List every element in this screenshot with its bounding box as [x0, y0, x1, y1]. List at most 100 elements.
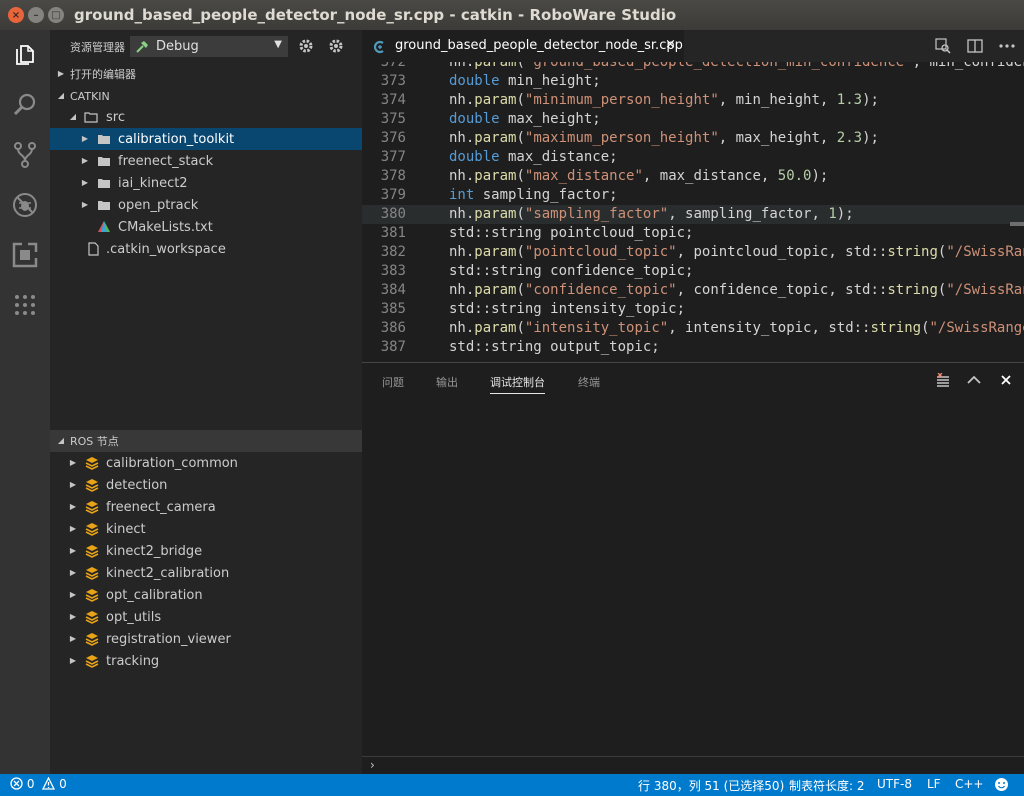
code-line[interactable]: 380 nh.param("sampling_factor", sampling_…	[362, 205, 1024, 224]
code-token: param	[474, 62, 517, 70]
ros-package-icon	[85, 522, 99, 536]
clear-console-icon[interactable]	[935, 372, 951, 388]
tree-item-label: src	[106, 109, 125, 125]
more-actions-icon[interactable]	[998, 37, 1016, 55]
code-line[interactable]: 379 int sampling_factor;	[362, 186, 1024, 205]
tab-active-file[interactable]: ground_based_people_detector_node_sr.cpp…	[362, 30, 684, 62]
code-token: "maximum_person_height"	[524, 130, 719, 146]
ros-node-item[interactable]: ▶ freenect_camera	[50, 496, 362, 518]
open-changes-icon[interactable]	[934, 37, 952, 55]
code-line[interactable]: 375 double max_height;	[362, 110, 1024, 129]
open-editors-label: 打开的编辑器	[70, 68, 136, 81]
tree-item-cmakelists[interactable]: CMakeLists.txt	[50, 216, 362, 238]
code-token: nh.	[449, 130, 475, 146]
source-control-icon[interactable]	[0, 130, 50, 180]
code-token: , min_confidence	[912, 62, 1024, 70]
open-editors-section[interactable]: ▶ 打开的编辑器	[50, 63, 362, 85]
code-line[interactable]: 377 double max_distance;	[362, 148, 1024, 167]
ros-nodes-label: ROS 节点	[70, 435, 119, 448]
ros-node-item[interactable]: ▶ detection	[50, 474, 362, 496]
debug-icon[interactable]	[0, 180, 50, 230]
code-line[interactable]: 382 nh.param("pointcloud_topic", pointclo…	[362, 243, 1024, 262]
close-icon[interactable]: ×	[665, 37, 676, 52]
ros-node-item[interactable]: ▶ kinect2_bridge	[50, 540, 362, 562]
code-token: min_height;	[499, 73, 601, 89]
code-line[interactable]: 386 nh.param("intensity_topic", intensity…	[362, 319, 1024, 338]
errors-indicator[interactable]: 0 0	[10, 776, 67, 793]
code-line[interactable]: 373 double min_height;	[362, 72, 1024, 91]
tab-output[interactable]: 输出	[436, 374, 458, 390]
workspace-section[interactable]: ◢ CATKIN	[50, 85, 362, 107]
cursor-position[interactable]: 行 380，列 51 (已选择50)	[638, 777, 784, 794]
code-token: nh.	[449, 168, 475, 184]
tree-item-src[interactable]: ◢ src	[50, 106, 362, 128]
maximize-panel-icon[interactable]	[966, 372, 982, 388]
chevron-down-icon: ◢	[69, 112, 77, 121]
split-editor-icon[interactable]	[966, 37, 984, 55]
ros-node-item[interactable]: ▶ calibration_common	[50, 452, 362, 474]
tab-problems[interactable]: 问题	[382, 374, 404, 390]
window-maximize-button[interactable]: □	[48, 7, 64, 23]
chevron-right-icon: ▶	[69, 634, 77, 643]
tree-item-label: iai_kinect2	[118, 175, 188, 191]
encoding[interactable]: UTF-8	[877, 777, 912, 791]
language-mode[interactable]: C++	[955, 777, 984, 791]
code-token: );	[811, 168, 829, 184]
workspace-label: CATKIN	[70, 89, 110, 103]
end-of-line[interactable]: LF	[927, 777, 941, 791]
code-line[interactable]: 383 std::string confidence_topic;	[362, 262, 1024, 281]
ros-nodes-section[interactable]: ◢ ROS 节点	[50, 430, 362, 452]
close-panel-icon[interactable]	[998, 372, 1014, 388]
tab-debug-console[interactable]: 调试控制台	[490, 374, 545, 394]
tree-item-catkin-workspace[interactable]: .catkin_workspace	[50, 238, 362, 260]
more-icon[interactable]	[0, 280, 50, 330]
gear-icon[interactable]	[298, 38, 314, 58]
search-icon[interactable]	[0, 80, 50, 130]
code-line[interactable]: 372 nh.param("ground_based_people_detecti…	[362, 62, 1024, 72]
chevron-right-icon: ▶	[69, 458, 77, 467]
code-token: std::string intensity_topic;	[449, 301, 686, 317]
ros-node-item[interactable]: ▶ registration_viewer	[50, 628, 362, 650]
editor-scrollbar-thumb[interactable]	[1010, 222, 1024, 226]
tree-item-open-ptrack[interactable]: ▶ open_ptrack	[50, 194, 362, 216]
code-line[interactable]: 376 nh.param("maximum_person_height", max…	[362, 129, 1024, 148]
ros-node-item[interactable]: ▶ kinect2_calibration	[50, 562, 362, 584]
code-line[interactable]: 384 nh.param("confidence_topic", confiden…	[362, 281, 1024, 300]
code-line[interactable]: 381 std::string pointcloud_topic;	[362, 224, 1024, 243]
code-line[interactable]: 385 std::string intensity_topic;	[362, 300, 1024, 319]
code-text: nh.param("confidence_topic", confidence_…	[449, 281, 1024, 300]
ros-node-item[interactable]: ▶ opt_calibration	[50, 584, 362, 606]
ros-node-item[interactable]: ▶ tracking	[50, 650, 362, 672]
window-close-button[interactable]: ×	[8, 7, 24, 23]
tree-item-label: calibration_toolkit	[118, 131, 235, 147]
window-minimize-button[interactable]: –	[28, 7, 44, 23]
settings-gear-icon[interactable]	[328, 38, 344, 58]
debug-console-input[interactable]: ›	[362, 756, 1024, 775]
tab-terminal[interactable]: 终端	[578, 374, 600, 390]
code-token: nh.	[449, 320, 475, 336]
extensions-icon[interactable]	[0, 230, 50, 280]
explorer-icon[interactable]	[0, 30, 50, 80]
ros-node-item[interactable]: ▶ opt_utils	[50, 606, 362, 628]
build-config-select[interactable]: Debug ▼	[130, 36, 288, 57]
tree-item-freenect-stack[interactable]: ▶ freenect_stack	[50, 150, 362, 172]
code-editor[interactable]: 372 nh.param("ground_based_people_detecti…	[362, 62, 1024, 360]
ros-node-item[interactable]: ▶ kinect	[50, 518, 362, 540]
ros-package-icon	[85, 610, 99, 624]
code-token: std::string output_topic;	[449, 339, 660, 355]
code-token: "sampling_factor"	[524, 206, 669, 222]
tree-item-iai-kinect2[interactable]: ▶ iai_kinect2	[50, 172, 362, 194]
code-line[interactable]: 387 std::string output_topic;	[362, 338, 1024, 357]
code-line[interactable]: 378 nh.param("max_distance", max_distance…	[362, 167, 1024, 186]
code-token: std::string confidence_topic;	[449, 263, 694, 279]
code-token: 1.3	[836, 92, 863, 108]
chevron-right-icon: ▶	[69, 568, 77, 577]
tree-item-calibration-toolkit[interactable]: ▶ calibration_toolkit	[50, 128, 362, 150]
code-token: string	[887, 282, 938, 298]
feedback-smiley-icon[interactable]	[994, 777, 1009, 795]
indentation[interactable]: 制表符长度: 2	[789, 777, 865, 794]
line-number: 386	[380, 320, 406, 336]
code-token: sampling_factor;	[474, 187, 618, 203]
code-line[interactable]: 374 nh.param("minimum_person_height", min…	[362, 91, 1024, 110]
line-number: 383	[380, 263, 406, 279]
